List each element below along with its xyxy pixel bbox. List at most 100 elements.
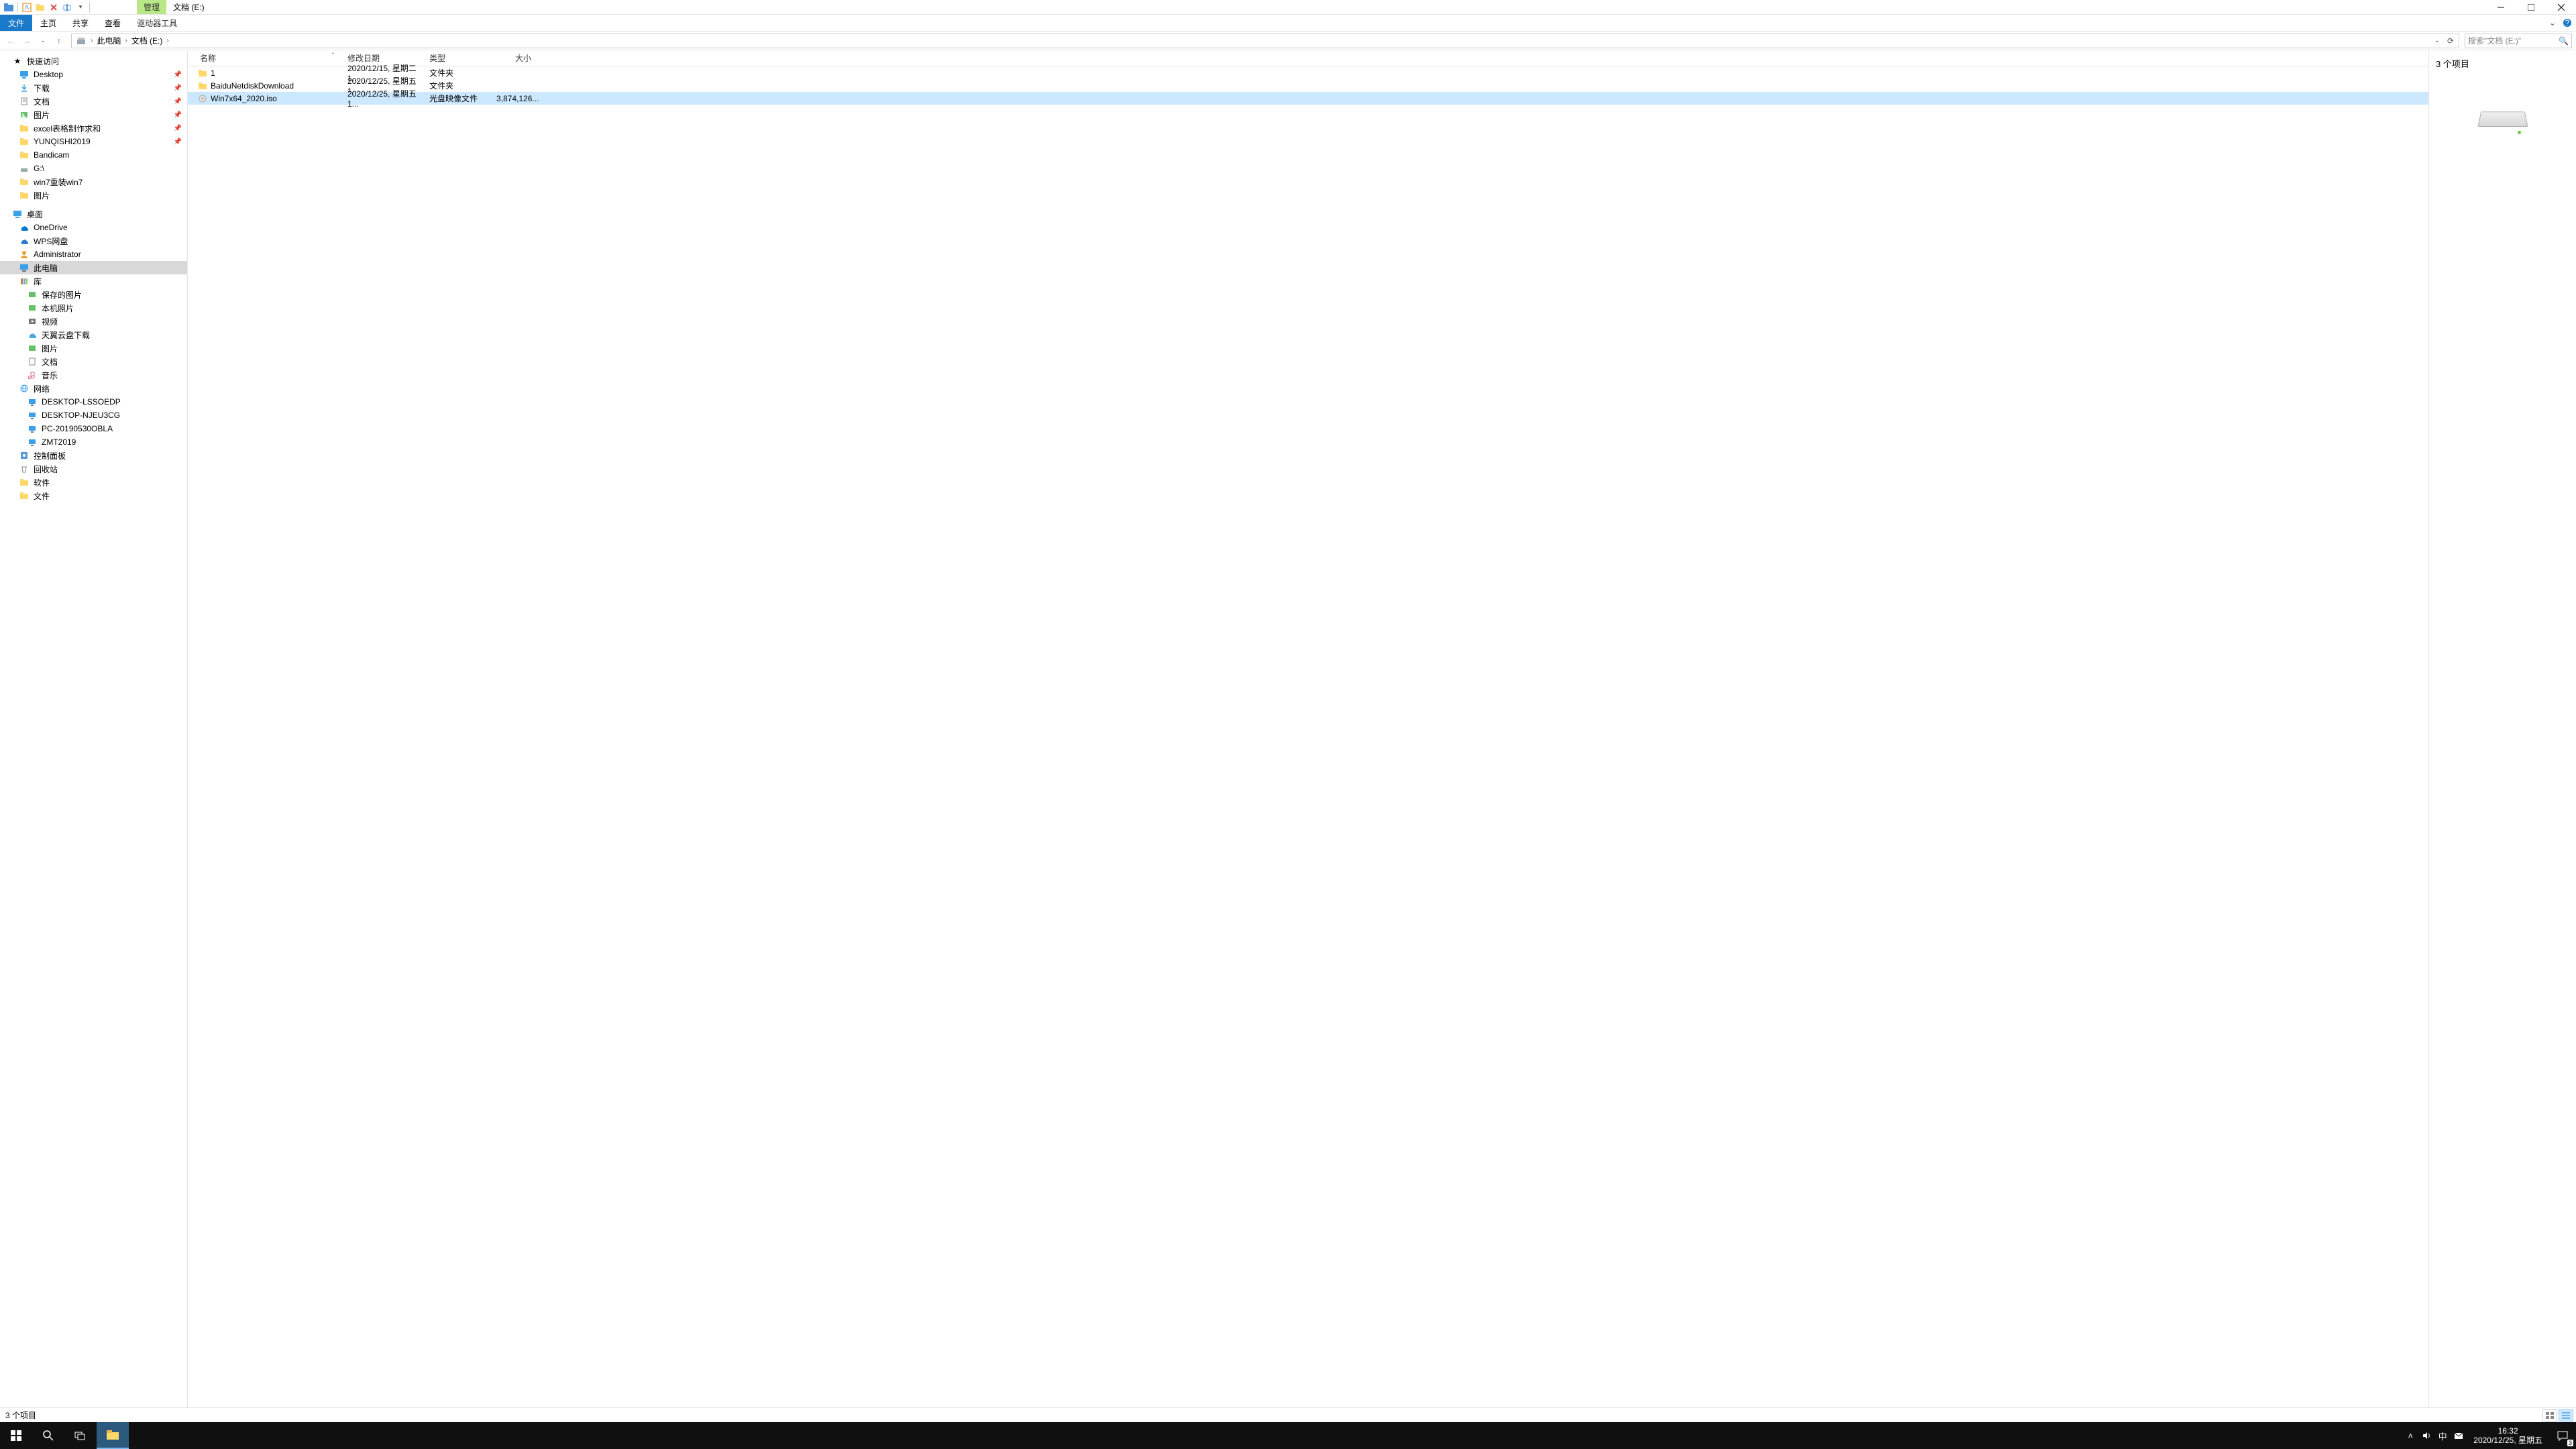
maximize-button[interactable] — [2516, 0, 2546, 14]
chevron-right-icon[interactable]: › — [89, 37, 94, 44]
tray-app-icon[interactable] — [2451, 1422, 2467, 1449]
contextual-tab-manage[interactable]: 管理 — [137, 0, 166, 14]
view-thumbnails-button[interactable] — [2542, 1409, 2557, 1421]
refresh-icon[interactable]: ⟳ — [2444, 34, 2457, 48]
ribbon-tab-file[interactable]: 文件 — [0, 15, 32, 31]
help-icon[interactable]: ? — [2563, 18, 2572, 28]
tree-network[interactable]: 网络 — [0, 382, 187, 395]
ime-indicator[interactable]: 中 — [2434, 1422, 2451, 1449]
chevron-right-icon[interactable]: › — [123, 37, 128, 44]
file-row[interactable]: 1 2020/12/15, 星期二 1... 文件夹 — [188, 66, 2428, 79]
iso-icon — [197, 93, 208, 104]
ribbon-tab-share[interactable]: 共享 — [64, 15, 97, 31]
start-button[interactable] — [0, 1422, 32, 1449]
tree-desktop-root[interactable]: 桌面 — [0, 207, 187, 221]
tree-label: G:\ — [34, 164, 44, 173]
computer-icon — [27, 423, 38, 434]
tree-downloads[interactable]: 下载📌 — [0, 81, 187, 95]
tree-excel[interactable]: excel表格制作求和📌 — [0, 121, 187, 135]
delete-icon[interactable] — [48, 1, 60, 13]
address-dropdown-icon[interactable]: ⌄ — [2430, 34, 2444, 48]
tree-admin[interactable]: Administrator — [0, 248, 187, 261]
tree-saved-pics[interactable]: 保存的图片 — [0, 288, 187, 301]
minimize-button[interactable] — [2485, 0, 2516, 14]
tree-pc3[interactable]: PC-20190530OBLA — [0, 422, 187, 435]
taskbar-file-explorer[interactable] — [97, 1422, 129, 1449]
tree-bandicam[interactable]: Bandicam — [0, 148, 187, 162]
tree-yunqishi[interactable]: YUNQISHI2019📌 — [0, 135, 187, 148]
tree-pictures[interactable]: 图片📌 — [0, 108, 187, 121]
nav-back-button[interactable]: ← — [4, 34, 17, 48]
separator — [89, 2, 90, 13]
ribbon-expand-icon[interactable]: ⌄ — [2549, 18, 2556, 28]
address-bar[interactable]: › 此电脑 › 文档 (E:) › ⌄ ⟳ — [71, 34, 2459, 48]
action-center-button[interactable]: 3 — [2549, 1422, 2576, 1449]
tree-onedrive[interactable]: OneDrive — [0, 221, 187, 234]
tree-music[interactable]: 音乐 — [0, 368, 187, 382]
tree-label: 音乐 — [42, 370, 58, 381]
search-icon[interactable]: 🔍 — [2559, 36, 2569, 46]
taskbar: ˄ 中 16:32 2020/12/25, 星期五 3 — [0, 1422, 2576, 1449]
tree-label: Administrator — [34, 250, 81, 259]
tree-label: 视频 — [42, 316, 58, 327]
tree-pictures2[interactable]: 图片 — [0, 189, 187, 202]
tree-desktop[interactable]: Desktop📌 — [0, 68, 187, 81]
file-type: 文件夹 — [429, 67, 496, 78]
column-name[interactable]: 名称⌃ — [197, 52, 345, 64]
tree-this-pc[interactable]: 此电脑 — [0, 261, 187, 274]
ribbon-tab-view[interactable]: 查看 — [97, 15, 129, 31]
tree-files[interactable]: 文件 — [0, 489, 187, 502]
nav-up-button[interactable]: ↑ — [52, 34, 66, 48]
tree-label: 本机照片 — [42, 303, 74, 314]
search-input[interactable]: 搜索"文档 (E:)" 🔍 — [2465, 34, 2572, 48]
file-row-selected[interactable]: Win7x64_2020.iso 2020/12/25, 星期五 1... 光盘… — [188, 92, 2428, 105]
tray-overflow-icon[interactable]: ˄ — [2402, 1422, 2418, 1449]
column-type[interactable]: 类型 — [427, 52, 494, 64]
tree-recycle-bin[interactable]: 回收站 — [0, 462, 187, 476]
tree-lib-pics[interactable]: 图片 — [0, 341, 187, 355]
tree-lib-docs[interactable]: 文档 — [0, 355, 187, 368]
ribbon-tab-drive-tools[interactable]: 驱动器工具 — [129, 15, 185, 31]
view-details-button[interactable] — [2559, 1409, 2573, 1421]
tree-tianyi[interactable]: 天翼云盘下载 — [0, 328, 187, 341]
ribbon-tab-home[interactable]: 主页 — [32, 15, 64, 31]
tree-library[interactable]: 库 — [0, 274, 187, 288]
tree-pc1[interactable]: DESKTOP-LSSOEDP — [0, 395, 187, 409]
tree-documents[interactable]: 文档📌 — [0, 95, 187, 108]
breadcrumb-this-pc[interactable]: 此电脑 — [94, 35, 123, 46]
tree-win7[interactable]: win7重装win7 — [0, 175, 187, 189]
column-date[interactable]: 修改日期 — [345, 52, 427, 64]
new-folder-icon[interactable] — [34, 1, 46, 13]
properties-icon[interactable] — [21, 1, 33, 13]
tree-pc2[interactable]: DESKTOP-NJEU3CG — [0, 409, 187, 422]
tree-local-photos[interactable]: 本机照片 — [0, 301, 187, 315]
navigation-pane[interactable]: ★快速访问 Desktop📌 下载📌 文档📌 图片📌 excel表格制作求和📌 … — [0, 50, 188, 1407]
column-size[interactable]: 大小 — [494, 52, 534, 64]
qat-dropdown-icon[interactable]: ▾ — [74, 1, 87, 13]
tree-gdrive[interactable]: G:\ — [0, 162, 187, 175]
folder-icon — [19, 123, 30, 133]
breadcrumb-root-icon[interactable] — [73, 36, 89, 46]
search-placeholder: 搜索"文档 (E:)" — [2468, 35, 2521, 46]
tree-software[interactable]: 软件 — [0, 476, 187, 489]
nav-recent-dropdown[interactable]: ⌄ — [36, 34, 50, 48]
breadcrumb-drive[interactable]: 文档 (E:) — [129, 35, 166, 46]
chevron-right-icon[interactable]: › — [165, 37, 170, 44]
task-view-button[interactable] — [64, 1422, 97, 1449]
taskbar-clock[interactable]: 16:32 2020/12/25, 星期五 — [2467, 1426, 2549, 1445]
pin-icon: 📌 — [174, 138, 182, 146]
search-button[interactable] — [32, 1422, 64, 1449]
tree-video[interactable]: 视频 — [0, 315, 187, 328]
volume-icon[interactable] — [2418, 1422, 2434, 1449]
rename-icon[interactable] — [61, 1, 73, 13]
tree-wps[interactable]: WPS网盘 — [0, 234, 187, 248]
tree-label: ZMT2019 — [42, 437, 76, 447]
nav-forward-button[interactable]: → — [20, 34, 34, 48]
computer-icon — [27, 396, 38, 407]
tree-pc4[interactable]: ZMT2019 — [0, 435, 187, 449]
tree-quick-access[interactable]: ★快速访问 — [0, 54, 187, 68]
tree-label: 快速访问 — [27, 56, 59, 67]
tree-control-panel[interactable]: 控制面板 — [0, 449, 187, 462]
close-button[interactable] — [2546, 0, 2576, 14]
file-row[interactable]: BaiduNetdiskDownload 2020/12/25, 星期五 1..… — [188, 79, 2428, 92]
